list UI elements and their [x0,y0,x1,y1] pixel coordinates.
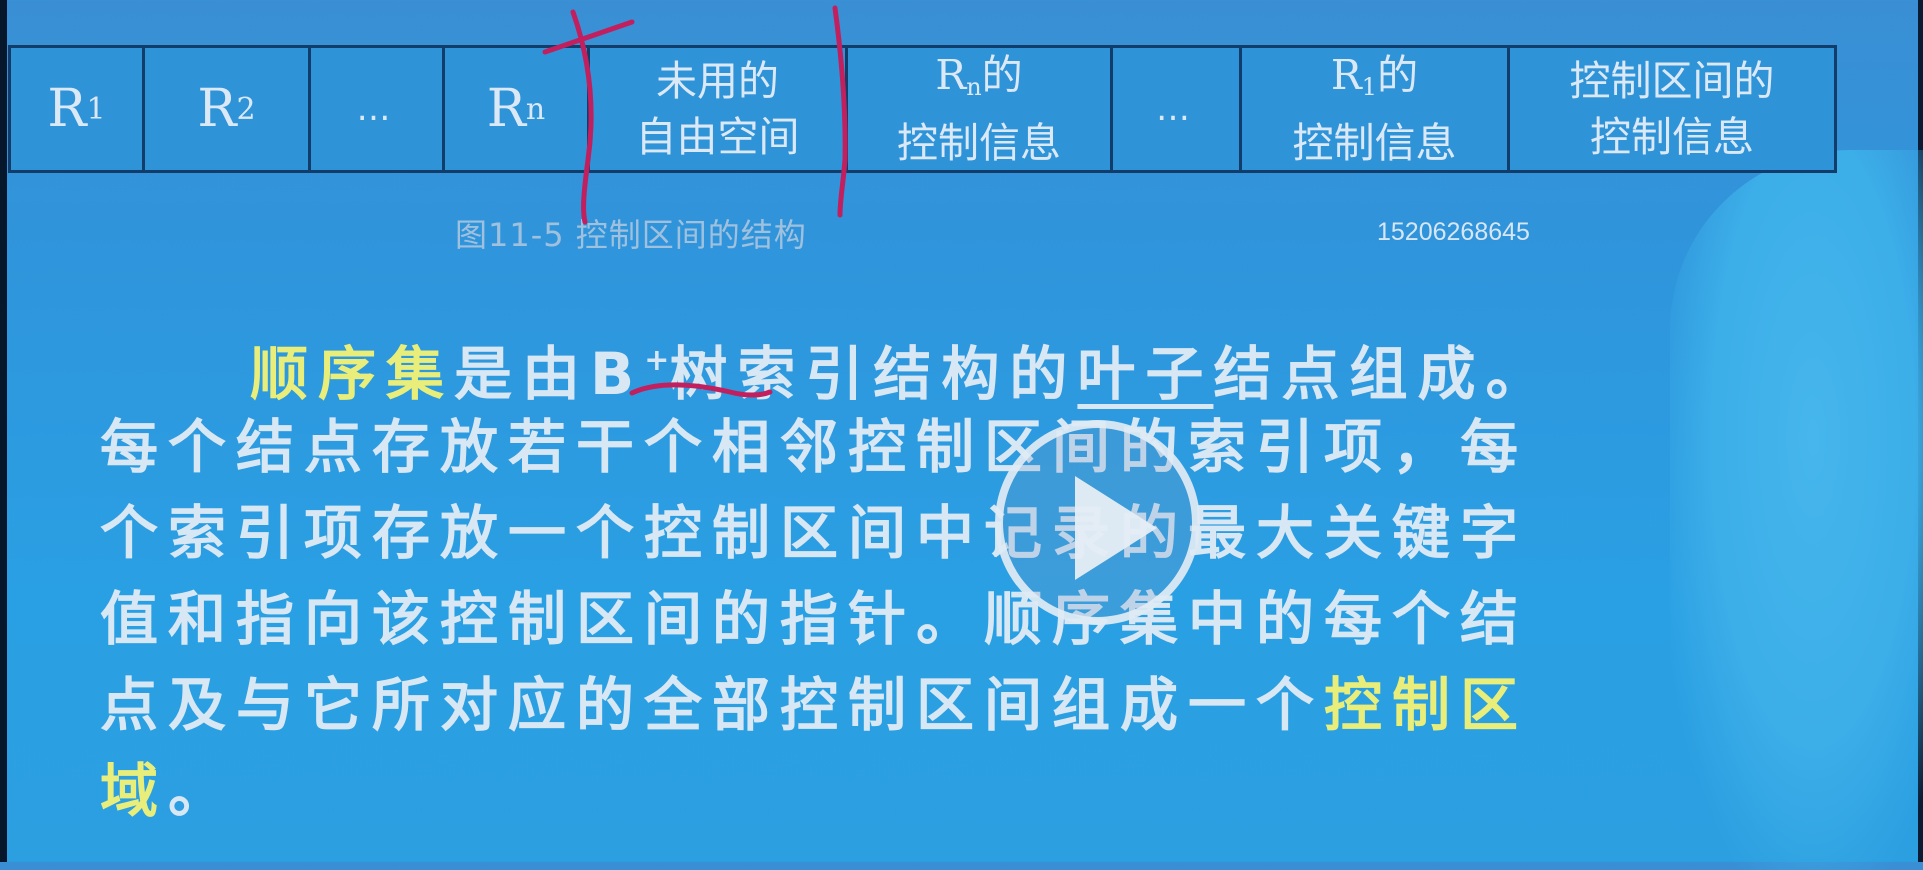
ink-underline-b-tree [629,382,773,398]
play-button[interactable] [995,420,1200,625]
ink-stroke-cross [542,19,635,55]
play-icon [1075,476,1157,580]
ink-annotations [542,5,848,398]
ink-stroke-right-divider [832,5,848,218]
